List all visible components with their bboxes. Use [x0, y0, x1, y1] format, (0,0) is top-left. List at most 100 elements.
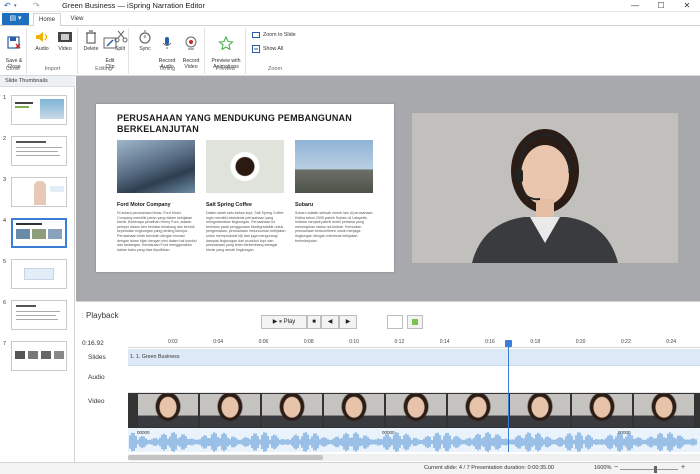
slide-thumbnails-panel: Slide Thumbnails 1 2 3 4 5 6 7: [0, 76, 75, 462]
group-zoom: Zoom to Slide Show All Zoom: [247, 28, 303, 74]
zoom-in-icon[interactable]: +: [681, 464, 685, 471]
slide-number: 4: [3, 218, 7, 224]
ruler-tick: 0:10: [349, 339, 359, 345]
ruler-tick: 0:08: [303, 339, 314, 345]
import-audio-button[interactable]: Audio: [32, 30, 52, 52]
thumbnail-image: [11, 259, 67, 289]
video-frame: [138, 394, 198, 427]
video-frame: [510, 394, 570, 427]
column-heading: Salt Spring Coffee: [206, 202, 252, 208]
save-close-button[interactable]: Save & Close: [2, 30, 26, 70]
video-frame: [324, 394, 384, 427]
video-frame: [386, 394, 446, 427]
slide-number: 7: [3, 341, 7, 347]
thumbnail-image: [11, 300, 67, 330]
video-track[interactable]: [128, 393, 700, 428]
slide-canvas: PERUSAHAAN YANG MENDUKUNG PEMBANGUNAN BE…: [96, 104, 394, 272]
panel-grip-icon: ⋮: [80, 313, 85, 319]
ruler-tick: 0:14: [439, 339, 450, 345]
slide-thumbnail[interactable]: 6: [0, 298, 75, 336]
title-bar: ↶ ▾ ↷ Green Business — iSpring Narration…: [0, 0, 700, 12]
green-marker-icon: [412, 319, 418, 325]
playback-time: 0:16.92: [82, 340, 104, 347]
audio-track[interactable]: [128, 367, 700, 393]
group-zoom-label: Zoom: [267, 66, 283, 72]
playhead[interactable]: [505, 340, 512, 452]
ruler-tick: 0:12: [394, 339, 405, 345]
record-video-button[interactable]: Record Video: [179, 30, 203, 70]
column-body: Di antara perusahaan besar, Ford Motor C…: [117, 211, 197, 252]
video-frame: [572, 394, 632, 427]
next-button[interactable]: ▶: [339, 315, 357, 329]
mark-start-button[interactable]: [387, 315, 403, 329]
slide-thumbnail-selected[interactable]: 4: [0, 216, 75, 254]
sync-button[interactable]: Sync: [134, 30, 156, 52]
group-import: Audio Video Import: [28, 28, 78, 74]
show-all-icon: [252, 45, 260, 53]
slide-column: Subaru Subaru adalah sebuah merek lain d…: [295, 140, 375, 243]
file-menu-button[interactable]: ▤ ▾: [2, 13, 29, 25]
ruler-tick: 0:24: [666, 339, 677, 345]
import-video-button[interactable]: Video: [55, 30, 75, 52]
thumbnail-image: [11, 177, 67, 207]
group-timing: Sync Record Audio Record Video Timing: [130, 28, 205, 74]
close-button[interactable]: ✕: [674, 0, 700, 12]
narrator-video: [412, 113, 678, 263]
undo-icon[interactable]: ↶: [4, 1, 11, 10]
group-editing: Delete Edit Clip Split Editing: [79, 28, 129, 74]
slide-thumbnail[interactable]: 1: [0, 93, 75, 131]
column-heading: Subaru: [295, 202, 314, 208]
tab-home[interactable]: Home: [33, 13, 61, 26]
show-all-button[interactable]: Show All: [252, 45, 283, 53]
ruler-tick: 0:06: [258, 339, 269, 345]
previous-button[interactable]: ◀: [321, 315, 339, 329]
ruler-tick: 0:16: [485, 339, 495, 345]
timeline-ruler[interactable]: 0:02 0:04 0:06 0:08 0:10 0:12 0:14 0:16 0:18 0:20…: [128, 339, 700, 348]
slide-track-label: 1. 1. Green Business: [130, 354, 180, 360]
minimize-button[interactable]: —: [622, 0, 648, 12]
mark-end-button[interactable]: [407, 315, 423, 329]
star-icon: [218, 36, 234, 50]
ruler-tick: 0:22: [621, 339, 631, 345]
trash-icon: [86, 30, 96, 44]
slide-thumbnail[interactable]: 3: [0, 175, 75, 213]
ruler-tick: 0:20: [575, 339, 586, 345]
zoom-out-icon[interactable]: −: [614, 464, 618, 471]
playback-panel: ⋮ Playback ▶ ⏸ Play ■ ◀ ▶ 0:16.92 Slides…: [76, 301, 700, 462]
redo-icon[interactable]: ↷: [33, 1, 40, 10]
thumbnail-image: [11, 341, 67, 371]
status-bar: Current slide: 4 / 7 Presentation durati…: [0, 462, 700, 474]
slide-thumbnail[interactable]: 2: [0, 134, 75, 172]
slide-thumbnail[interactable]: 5: [0, 257, 75, 295]
zoom-slider[interactable]: [620, 469, 678, 470]
slides-track[interactable]: 1. 1. Green Business: [128, 349, 700, 366]
factory-image: [295, 140, 373, 193]
arrow-right-icon: ▶: [345, 319, 351, 325]
video-frame: [262, 394, 322, 427]
group-preview-label: Preview: [215, 66, 236, 72]
zoom-slider-handle[interactable]: [654, 466, 657, 473]
group-editing-label: Editing: [95, 66, 112, 72]
preview-animations-button[interactable]: Preview with Animations: [208, 30, 244, 70]
slide-thumbnail[interactable]: 7: [0, 339, 75, 377]
horizontal-scrollbar[interactable]: [128, 454, 700, 461]
row-label-slides: Slides: [88, 354, 106, 361]
panel-header: Slide Thumbnails: [0, 76, 75, 87]
audio-waveform[interactable]: 00000 00000 00000: [128, 428, 700, 452]
thumbnail-image: [11, 95, 67, 125]
scissors-icon: [114, 30, 128, 43]
stopwatch-icon: [139, 30, 151, 44]
delete-button[interactable]: Delete: [82, 30, 100, 52]
thumbnail-image: [11, 218, 67, 248]
maximize-button[interactable]: ☐: [648, 0, 674, 12]
scrollbar-thumb[interactable]: [128, 455, 323, 460]
zoom-to-slide-button[interactable]: Zoom to Slide: [252, 31, 296, 39]
undo-dropdown-icon[interactable]: ▾: [14, 3, 17, 9]
play-pause-button[interactable]: ▶ ⏸ Play: [261, 315, 307, 329]
status-text: Current slide: 4 / 7 Presentation durati…: [424, 465, 554, 471]
tab-view[interactable]: View: [64, 13, 90, 26]
stop-button[interactable]: ■: [307, 315, 321, 329]
film-icon: [58, 32, 72, 42]
record-audio-button[interactable]: Record Audio: [156, 30, 178, 70]
split-button[interactable]: Split: [113, 30, 128, 52]
